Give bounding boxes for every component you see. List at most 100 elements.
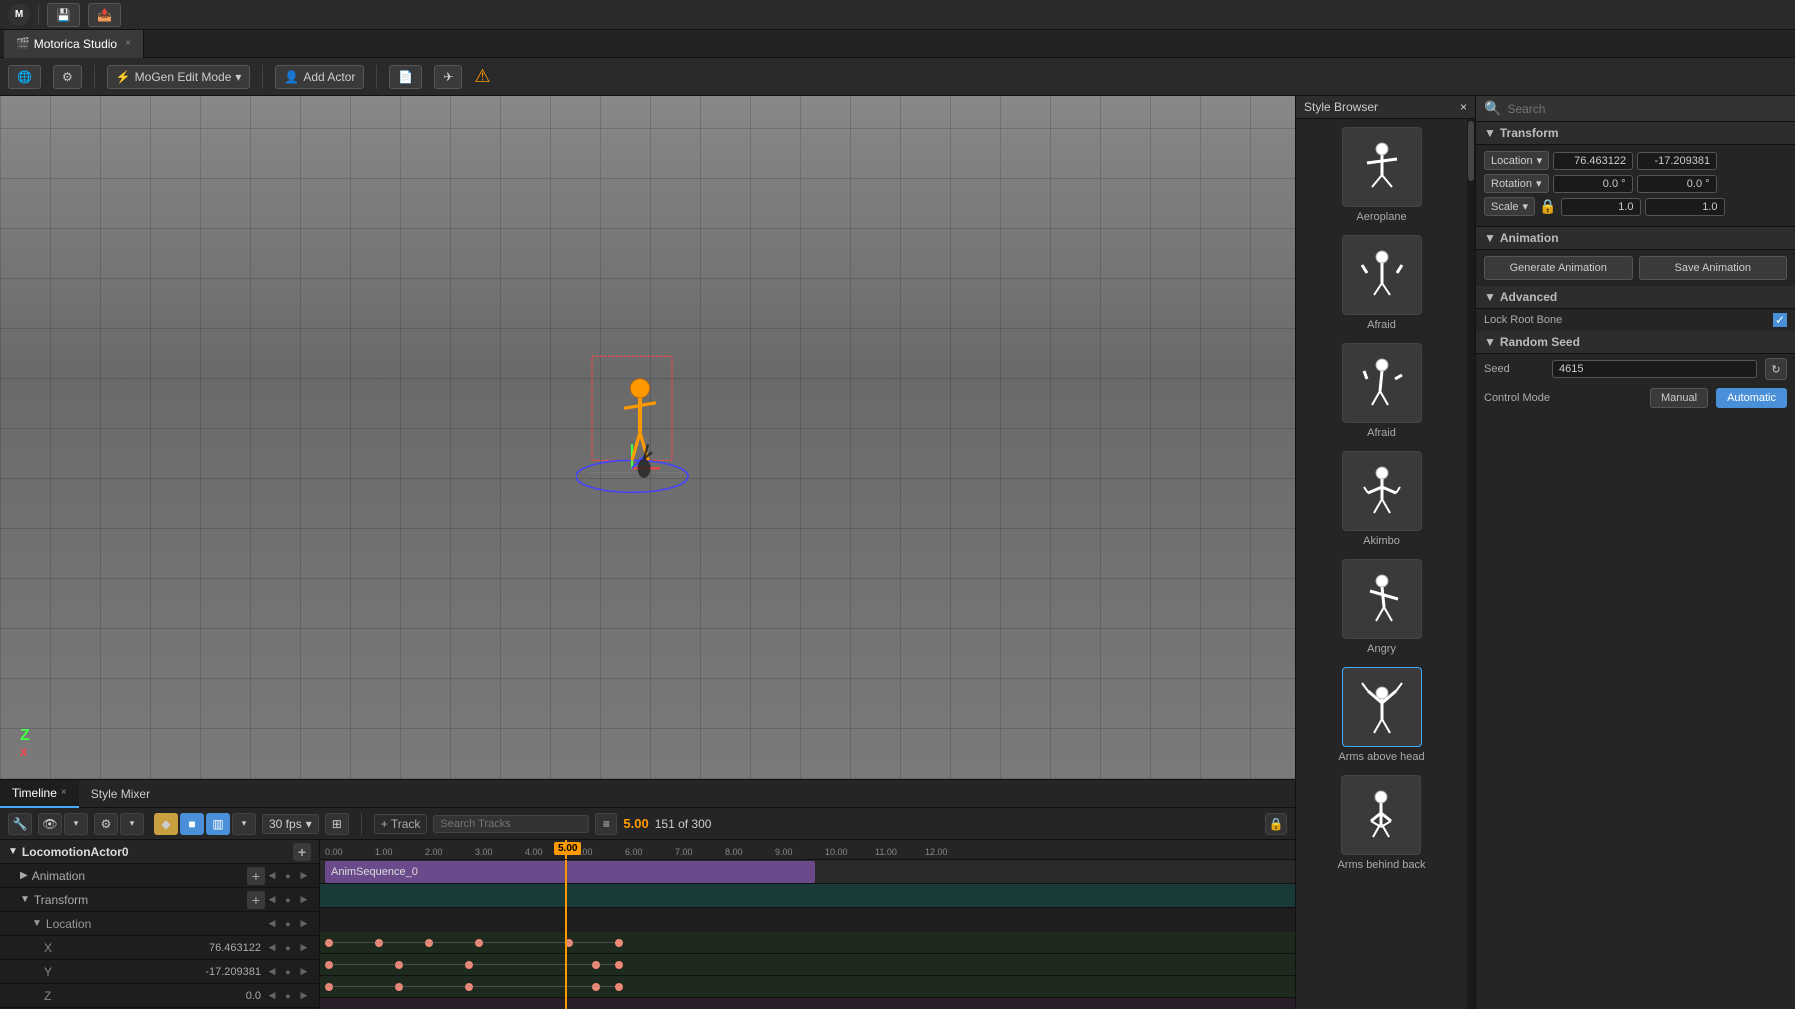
track-z-ctrl-3[interactable]: ▶ [297,989,311,1003]
world-icon-button[interactable]: 🌐 [8,65,41,89]
style-browser-scrollbar[interactable] [1467,119,1475,1009]
lock-button[interactable]: 🔒 [1265,813,1287,835]
eye-button[interactable]: 👁 [38,813,62,835]
tab-timeline-close[interactable]: × [61,787,67,798]
track-y-ctrl-2[interactable]: ● [281,965,295,979]
random-seed-section-header[interactable]: ▼ Random Seed [1476,331,1795,354]
timeline-ruler[interactable]: 5.00 0.00 1.00 2.00 3.00 4.00 5.00 6.00 … [320,840,1295,860]
track-transform-ctrl-1[interactable]: ◀ [265,893,279,907]
style-browser-close[interactable]: × [1460,100,1467,114]
viewport[interactable]: Z X [0,96,1295,779]
add-actor-button[interactable]: 👤 Add Actor [275,65,364,89]
style-thumb-afraid-1[interactable] [1342,235,1422,315]
track-y[interactable]: Y -17.209381 ◀ ● ▶ [0,960,319,984]
track-x-ctrl-2[interactable]: ● [281,941,295,955]
settings-icon-button[interactable]: ⚙ [53,65,82,89]
settings-button[interactable]: ⚙ [94,813,118,835]
expand-icon-anim[interactable]: ▶ [20,870,28,881]
style-thumb-aeroplane[interactable] [1342,127,1422,207]
track-x-ctrl-1[interactable]: ◀ [265,941,279,955]
track-ctrl-3[interactable]: ▶ [297,869,311,883]
kf-y-5[interactable] [615,961,623,969]
track-animation[interactable]: ▶ Animation + ◀ ● ▶ [0,864,319,888]
transform-section-header[interactable]: ▼ Transform [1476,122,1795,145]
track-transform-ctrl-3[interactable]: ▶ [297,893,311,907]
scale-lock-icon[interactable]: 🔒 [1539,198,1556,215]
style-thumb-arms-behind-back[interactable] [1341,775,1421,855]
track-add-button[interactable]: + [293,843,311,861]
seed-input[interactable] [1552,360,1757,378]
kf-z-5[interactable] [615,983,623,991]
track-locomotion-actor[interactable]: ▼ LocomotionActor0 + [0,840,319,864]
track-y-ctrl-3[interactable]: ▶ [297,965,311,979]
style-item-aeroplane[interactable]: Aeroplane [1342,127,1422,223]
location-y-input[interactable]: -17.209381 [1637,152,1717,170]
mode-manual-button[interactable]: Manual [1650,388,1708,408]
mode-button[interactable]: ⚡ MoGen Edit Mode ▾ [107,65,251,89]
diamond-button[interactable]: ◆ [154,813,178,835]
location-x-input[interactable]: 76.463122 [1553,152,1633,170]
keyframe-button-2[interactable]: ▥ [206,813,230,835]
style-thumb-afraid-2[interactable] [1342,343,1422,423]
track-z[interactable]: Z 0.0 ◀ ● ▶ [0,984,319,1008]
search-tracks-input[interactable] [433,815,589,833]
style-item-akimbo[interactable]: Akimbo [1342,451,1422,547]
generate-animation-button[interactable]: Generate Animation [1484,256,1633,280]
save-animation-button[interactable]: Save Animation [1639,256,1788,280]
style-thumb-angry[interactable] [1342,559,1422,639]
style-item-angry[interactable]: Angry [1342,559,1422,655]
track-z-ctrl-1[interactable]: ◀ [265,989,279,1003]
track-location-ctrl-1[interactable]: ◀ [265,917,279,931]
style-thumb-arms-above-head[interactable] [1342,667,1422,747]
wrench-button[interactable]: 🔧 [8,813,32,835]
track-location-ctrl-2[interactable]: ● [281,917,295,931]
track-ctrl-1[interactable]: ◀ [265,869,279,883]
tab-timeline[interactable]: Timeline × [0,780,79,808]
scale-y-input[interactable]: 1.0 [1645,198,1725,216]
rotation-x-input[interactable]: 0.0 ° [1553,175,1633,193]
tab-close-button[interactable]: × [125,38,131,49]
expand-icon-transform[interactable]: ▼ [20,894,30,905]
rotation-y-input[interactable]: 0.0 ° [1637,175,1717,193]
track-anim-add[interactable]: + [247,867,265,885]
send-button[interactable]: ✈ [434,65,462,89]
track-location-ctrl-3[interactable]: ▶ [297,917,311,931]
lock-root-bone-checkbox[interactable]: ✓ [1773,313,1787,327]
track-ctrl-2[interactable]: ● [281,869,295,883]
eye-dropdown[interactable]: ▾ [64,813,88,835]
doc-button[interactable]: 📄 [389,65,422,89]
expand-icon[interactable]: ▼ [8,846,18,857]
fps-button[interactable]: 30 fps ▾ [262,814,319,834]
style-item-arms-above-head[interactable]: Arms above head [1338,667,1424,763]
track-x-ctrl-3[interactable]: ▶ [297,941,311,955]
advanced-section-header[interactable]: ▼ Advanced [1476,286,1795,309]
tab-style-mixer[interactable]: Style Mixer [79,780,162,808]
add-track-button[interactable]: + Track [374,814,428,834]
kf-x-6[interactable] [615,939,623,947]
scale-dropdown[interactable]: Scale ▾ [1484,197,1535,216]
track-location[interactable]: ▼ Location ◀ ● ▶ [0,912,319,936]
track-transform-add[interactable]: + [247,891,265,909]
expand-icon-location[interactable]: ▼ [32,918,42,929]
settings-dropdown[interactable]: ▾ [120,813,144,835]
scale-x-input[interactable]: 1.0 [1561,198,1641,216]
timeline-ruler-area[interactable]: 5.00 0.00 1.00 2.00 3.00 4.00 5.00 6.00 … [320,840,1295,1009]
style-thumb-akimbo[interactable] [1342,451,1422,531]
animation-section-header[interactable]: ▼ Animation [1476,227,1795,250]
style-item-afraid-2[interactable]: Afraid [1342,343,1422,439]
anim-sequence-block[interactable]: AnimSequence_0 [325,861,815,883]
style-item-arms-behind-back[interactable]: Arms behind back [1337,775,1425,871]
timeline-options-button[interactable]: ⊞ [325,813,349,835]
save-button[interactable]: 💾 [47,3,80,27]
seed-refresh-button[interactable]: ↻ [1765,358,1787,380]
style-browser-scrollbar-thumb[interactable] [1468,121,1474,181]
mode-automatic-button[interactable]: Automatic [1716,388,1787,408]
keyframe-dropdown[interactable]: ▾ [232,813,256,835]
track-x[interactable]: X 76.463122 ◀ ● ▶ [0,936,319,960]
style-item-afraid-1[interactable]: Afraid [1342,235,1422,331]
main-tab[interactable]: 🎬 Motorica Studio × [4,30,144,58]
track-transform[interactable]: ▼ Transform + ◀ ● ▶ [0,888,319,912]
rotation-dropdown[interactable]: Rotation ▾ [1484,174,1549,193]
location-dropdown[interactable]: Location ▾ [1484,151,1549,170]
track-z-ctrl-2[interactable]: ● [281,989,295,1003]
